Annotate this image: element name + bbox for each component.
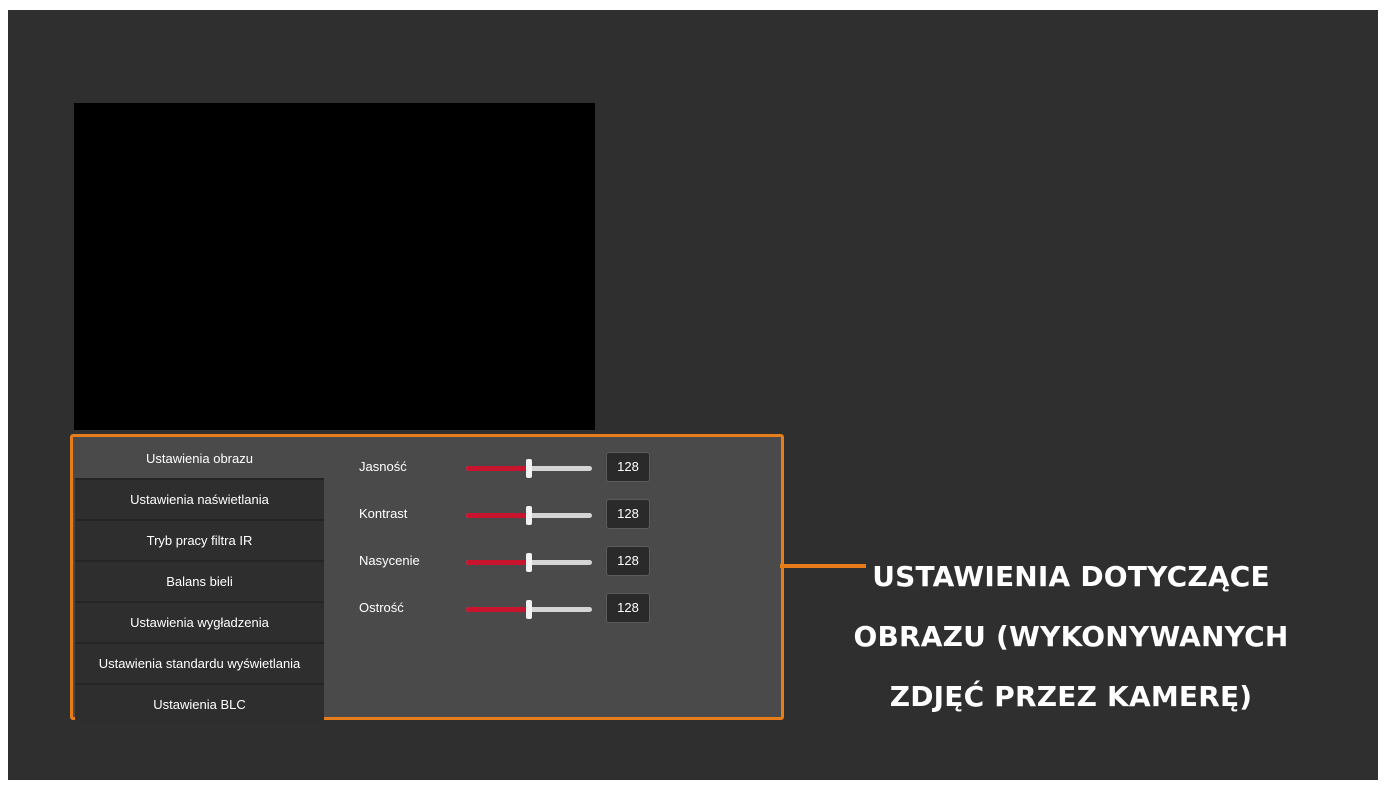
saturation-slider[interactable] [466, 553, 592, 572]
menu-item-blc-settings[interactable]: Ustawienia BLC [75, 685, 324, 724]
saturation-row: Nasycenie 128 [359, 546, 689, 596]
brightness-value-input[interactable]: 128 [606, 452, 650, 482]
menu-item-smoothing-settings[interactable]: Ustawienia wygładzenia [75, 603, 324, 644]
menu-item-image-settings[interactable]: Ustawienia obrazu [75, 439, 324, 480]
slider-fill [466, 466, 530, 471]
contrast-row: Kontrast 128 [359, 499, 689, 549]
annotation-line-1: USTAWIENIA DOTYCZĄCE [872, 560, 1270, 593]
slider-thumb[interactable] [526, 600, 533, 619]
brightness-label: Jasność [359, 459, 407, 474]
camera-preview [74, 103, 595, 430]
menu-item-exposure-settings[interactable]: Ustawienia naświetlania [75, 480, 324, 521]
menu-item-ir-filter-mode[interactable]: Tryb pracy filtra IR [75, 521, 324, 562]
image-settings-panel: Ustawienia obrazu Ustawienia naświetlani… [70, 434, 784, 724]
saturation-value-input[interactable]: 128 [606, 546, 650, 576]
slider-thumb[interactable] [526, 459, 533, 478]
brightness-slider[interactable] [466, 459, 592, 478]
slider-fill [466, 607, 530, 612]
settings-menu: Ustawienia obrazu Ustawienia naświetlani… [75, 439, 324, 724]
sharpness-slider[interactable] [466, 600, 592, 619]
annotation-caption: USTAWIENIA DOTYCZĄCE OBRAZU (WYKONYWANYC… [834, 547, 1308, 727]
annotation-line-3: ZDJĘĆ PRZEZ KAMERĘ) [889, 680, 1253, 713]
brightness-row: Jasność 128 [359, 452, 689, 502]
slider-fill [466, 513, 530, 518]
slider-thumb[interactable] [526, 553, 533, 572]
slider-thumb[interactable] [526, 506, 533, 525]
contrast-value-input[interactable]: 128 [606, 499, 650, 529]
sharpness-value-input[interactable]: 128 [606, 593, 650, 623]
image-controls: Jasność 128 Kontrast 128 Nasycenie 128 O… [359, 452, 689, 643]
contrast-label: Kontrast [359, 506, 408, 521]
saturation-label: Nasycenie [359, 553, 420, 568]
contrast-slider[interactable] [466, 506, 592, 525]
menu-item-display-standard[interactable]: Ustawienia standardu wyświetlania [75, 644, 324, 685]
menu-item-white-balance[interactable]: Balans bieli [75, 562, 324, 603]
sharpness-row: Ostrość 128 [359, 593, 689, 643]
slider-fill [466, 560, 530, 565]
sharpness-label: Ostrość [359, 600, 404, 615]
annotation-line-2: OBRAZU (WYKONYWANYCH [853, 620, 1289, 653]
